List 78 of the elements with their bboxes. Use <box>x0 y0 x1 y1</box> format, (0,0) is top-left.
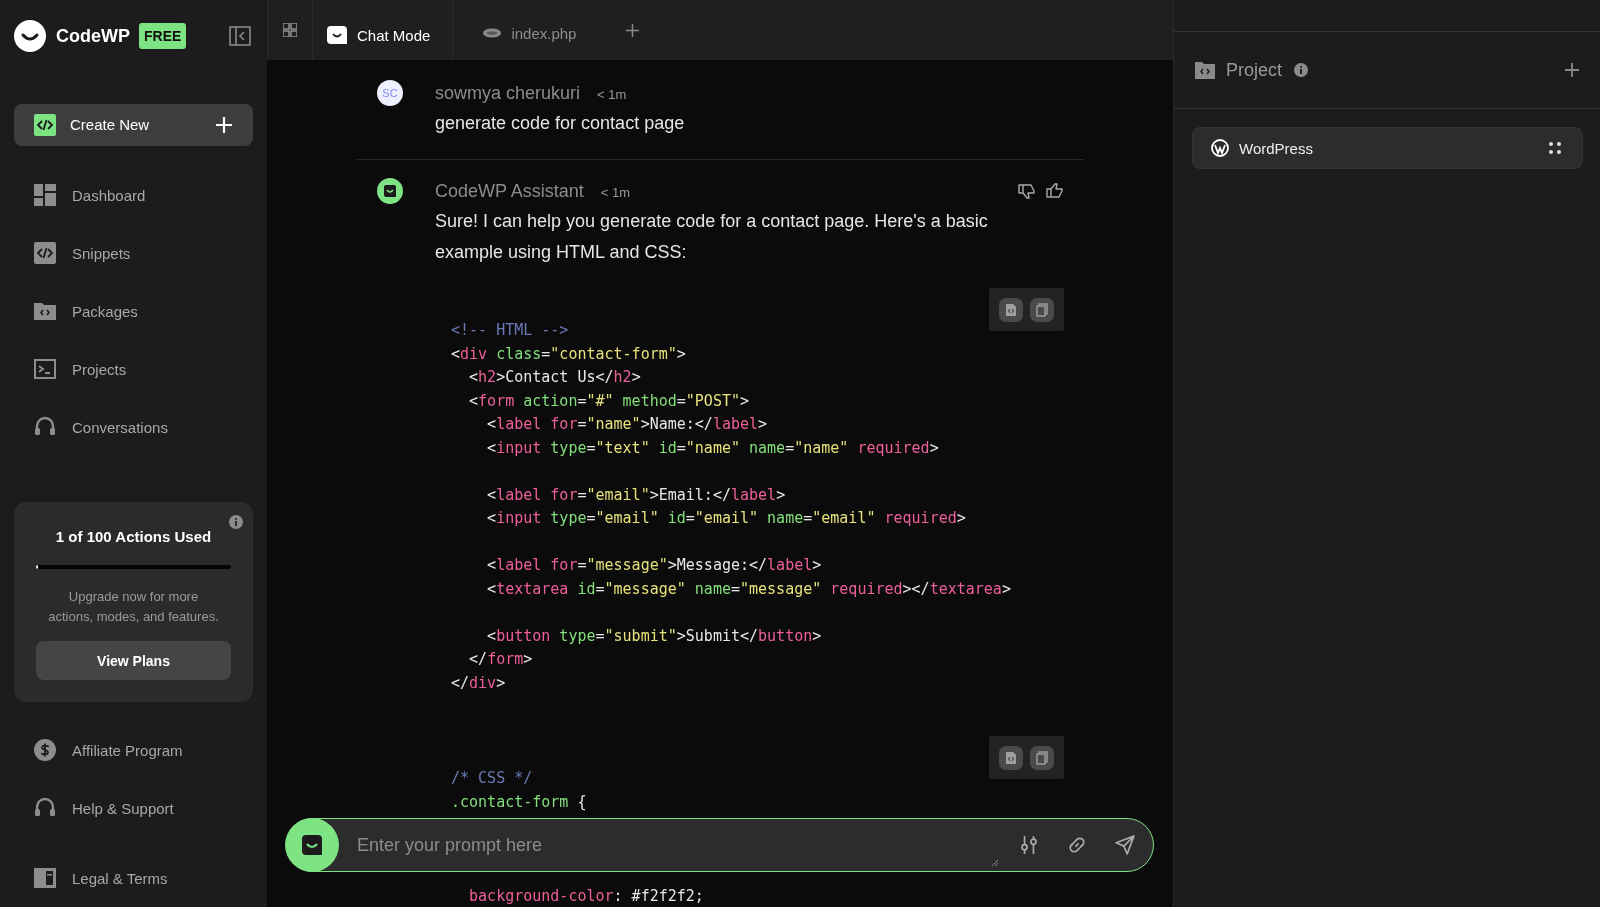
project-name: WordPress <box>1239 139 1313 157</box>
grid-icon <box>283 23 297 37</box>
book-icon <box>34 867 56 889</box>
logo-icon <box>14 20 46 53</box>
code-line: <label for="email">Email:</label> <box>486 484 787 506</box>
code-icon <box>34 242 56 264</box>
assistant-avatar-icon <box>377 178 403 204</box>
copy-icon[interactable] <box>1030 745 1054 770</box>
assistant-logo-icon <box>285 818 339 872</box>
drag-handle-icon[interactable] <box>1548 141 1562 155</box>
code-icon <box>34 113 56 136</box>
code-line: <input type="text" id="name" name="name" required> <box>486 437 940 459</box>
prompt-input[interactable]: Enter your prompt here <box>355 833 991 857</box>
nav-item[interactable]: Affiliate Program <box>14 721 253 779</box>
nav-item[interactable]: Projects <box>14 340 253 398</box>
tab[interactable]: index.php <box>453 0 607 60</box>
message-text: Sure! I can help you generate code for a contact page. Here's a basic example using HTML and CSS: <box>435 210 989 264</box>
code-line: <!-- HTML --> <box>451 320 570 341</box>
thumbs-up-icon[interactable] <box>1046 182 1064 200</box>
code-line: <div class="contact-form"> <box>451 343 687 365</box>
copy-icon[interactable] <box>1030 297 1054 322</box>
nav-item[interactable]: Conversations <box>14 398 253 456</box>
usage-title: 1 of 100 Actions Used <box>55 528 212 545</box>
dashboard-icon <box>34 184 56 206</box>
insert-code-icon[interactable] <box>999 297 1023 322</box>
code-folder-icon <box>34 300 56 322</box>
terminal-icon <box>34 358 56 380</box>
code-line: <button type="submit">Submit</button> <box>486 625 823 647</box>
resize-handle-icon[interactable] <box>991 859 999 867</box>
code-line: <label for="message">Message:</label> <box>486 555 823 576</box>
nav-item[interactable]: Snippets <box>14 224 253 282</box>
prompt-field[interactable]: Enter your prompt here <box>286 818 1154 872</box>
info-icon[interactable] <box>1294 63 1309 77</box>
create-new-button[interactable]: Create New <box>14 103 253 146</box>
author-name: sowmya cherukuri <box>435 82 581 104</box>
code-line: <input type="email" id="email" name="email" required> <box>486 508 967 529</box>
nav-item[interactable]: Legal & Terms <box>14 849 253 907</box>
chat-logo-icon <box>327 26 347 44</box>
code-line: background-color: #f2f2f2; <box>468 885 705 907</box>
message-time: < 1m <box>597 87 627 102</box>
code-line: <h2>Contact Us</h2> <box>468 367 642 388</box>
headset-icon <box>34 797 56 819</box>
code-line: </form> <box>468 649 534 670</box>
project-item[interactable]: WordPress <box>1192 127 1583 169</box>
code-line: <form action="#" method="POST"> <box>468 390 751 412</box>
code-line: /* CSS */ <box>451 768 534 789</box>
dollar-icon <box>34 739 56 761</box>
info-icon[interactable] <box>229 515 243 529</box>
add-icon[interactable] <box>1564 62 1580 78</box>
view-plans-button[interactable]: View Plans <box>36 641 231 680</box>
plan-badge: FREE <box>139 23 187 50</box>
code-line: <textarea id="message" name="message" required></textarea> <box>486 578 1012 600</box>
brand-name: CodeWP <box>56 25 130 47</box>
collapse-sidebar-icon[interactable] <box>229 26 251 47</box>
wordpress-icon <box>1211 139 1229 157</box>
link-icon[interactable] <box>1067 835 1087 855</box>
upgrade-text: Upgrade now for more actions, modes, and features. <box>47 588 220 626</box>
thumbs-down-icon[interactable] <box>1018 182 1036 200</box>
message-text: generate code for contact page <box>435 112 686 135</box>
tab[interactable]: Chat Mode <box>313 0 454 60</box>
panel-title: Project <box>1226 59 1283 81</box>
plus-icon <box>215 115 233 134</box>
code-folder-icon <box>1195 61 1215 79</box>
code-line: .contact-form { <box>451 791 588 813</box>
plus-icon <box>626 23 640 37</box>
message-time: < 1m <box>600 185 630 200</box>
nav-item[interactable]: Packages <box>14 282 253 340</box>
code-line: </div> <box>451 672 507 694</box>
sliders-icon[interactable] <box>1019 835 1039 855</box>
author-name: CodeWP Assistant <box>435 180 584 202</box>
send-icon[interactable] <box>1115 835 1135 855</box>
insert-code-icon[interactable] <box>999 745 1023 770</box>
user-avatar: SC <box>377 80 403 106</box>
code-line: <label for="name">Name:</label> <box>486 414 769 435</box>
nav-item[interactable]: Dashboard <box>14 166 253 224</box>
headset-icon <box>34 416 56 438</box>
grid-view-button[interactable] <box>267 0 313 60</box>
nav-item[interactable]: Help & Support <box>14 779 253 837</box>
